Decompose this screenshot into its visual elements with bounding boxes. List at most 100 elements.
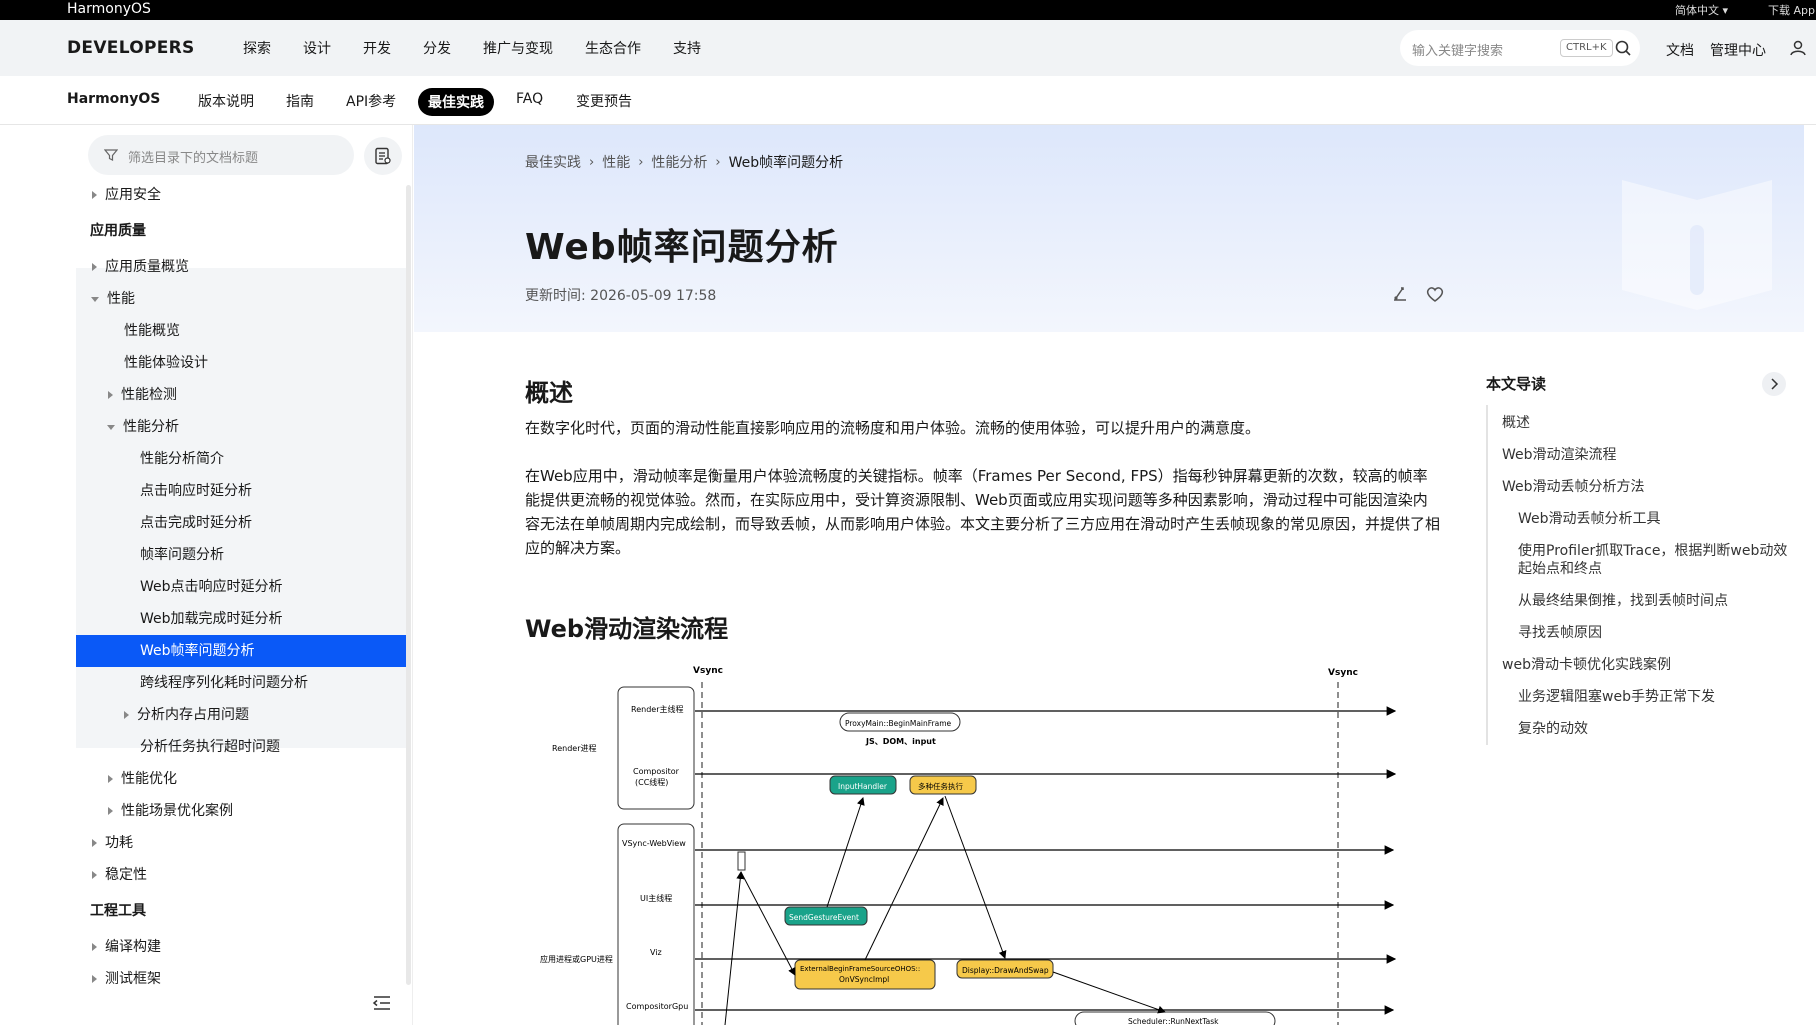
tree-section: 工程工具 bbox=[90, 895, 146, 927]
chevron-right-icon bbox=[108, 775, 113, 783]
updated-time: 更新时间: 2026-05-09 17:58 bbox=[525, 288, 717, 304]
chevron-right-icon: › bbox=[715, 154, 721, 170]
docs-link[interactable]: 文档 bbox=[1666, 40, 1694, 60]
tree-item[interactable]: 性能分析 bbox=[107, 411, 179, 443]
tab-change-notice[interactable]: 变更预告 bbox=[576, 91, 632, 111]
nav-support[interactable]: 支持 bbox=[673, 38, 701, 58]
tree-item-label: 稳定性 bbox=[105, 867, 147, 883]
tree-item[interactable]: 跨线程序列化耗时问题分析 bbox=[140, 667, 308, 699]
tree-item-label: 跨线程序列化耗时问题分析 bbox=[140, 675, 308, 691]
tree-item[interactable]: 稳定性 bbox=[92, 859, 147, 891]
toc-item[interactable]: Web滑动丢帧分析方法 bbox=[1502, 478, 1645, 496]
chevron-down-icon bbox=[91, 296, 99, 302]
tree-item[interactable]: 分析任务执行超时问题 bbox=[140, 731, 280, 763]
tree-item[interactable]: 点击完成时延分析 bbox=[140, 507, 252, 539]
sidebar-scrollbar[interactable] bbox=[406, 185, 411, 985]
collapse-sidebar-icon[interactable] bbox=[372, 993, 392, 1013]
nav-distribute[interactable]: 分发 bbox=[423, 38, 451, 58]
tab-release-notes[interactable]: 版本说明 bbox=[198, 91, 254, 111]
chevron-right-icon bbox=[92, 943, 97, 951]
directory-toggle-button[interactable] bbox=[364, 137, 402, 175]
search-input[interactable]: 输入关键字搜索 bbox=[1412, 40, 1503, 59]
toc-item[interactable]: 使用Profiler抓取Trace，根据判断web动效起始点和终点 bbox=[1518, 542, 1788, 578]
nav-design[interactable]: 设计 bbox=[303, 38, 331, 58]
tree-item[interactable]: 点击响应时延分析 bbox=[140, 475, 252, 507]
toc-item[interactable]: web滑动卡顿优化实践案例 bbox=[1502, 656, 1671, 674]
share-icon[interactable] bbox=[1390, 284, 1410, 304]
nav-ecosystem[interactable]: 生态合作 bbox=[585, 38, 641, 58]
box-label: ProxyMain::BeginMainFrame bbox=[845, 719, 952, 728]
tree-item[interactable]: Web点击响应时延分析 bbox=[140, 571, 283, 603]
tree-item[interactable]: 帧率问题分析 bbox=[140, 539, 224, 571]
tree-item[interactable]: 性能概览 bbox=[124, 315, 180, 347]
nav-promote[interactable]: 推广与变现 bbox=[483, 38, 553, 58]
tree-item-label: 点击响应时延分析 bbox=[140, 483, 252, 499]
tree-item[interactable]: 应用质量概览 bbox=[92, 251, 189, 283]
language-selector[interactable]: 简体中文 ▾ bbox=[1675, 2, 1728, 18]
tab-best-practices[interactable]: 最佳实践 bbox=[418, 88, 494, 116]
flow-arrow bbox=[826, 797, 865, 908]
tree-item[interactable]: 功耗 bbox=[92, 827, 133, 859]
tree-item-selected[interactable]: Web帧率问题分析 bbox=[76, 635, 406, 667]
toc-item[interactable]: 概述 bbox=[1502, 414, 1530, 432]
render-flow-diagram: Vsync Vsync Render进程 应用进程或GPU进程 Render主线… bbox=[540, 666, 1397, 1025]
breadcrumb-item[interactable]: 最佳实践 bbox=[525, 152, 581, 172]
console-link[interactable]: 管理中心 bbox=[1710, 40, 1766, 60]
tree-item[interactable]: Web加载完成时延分析 bbox=[140, 603, 283, 635]
developers-logo[interactable]: DEVELOPERS bbox=[67, 38, 195, 58]
tree-item[interactable]: 性能 bbox=[91, 283, 135, 315]
lane-label: Compositor bbox=[633, 767, 680, 776]
paragraph: 在数字化时代，页面的滑动性能直接影响应用的流畅度和用户体验。流畅的使用体验，可以… bbox=[525, 419, 1261, 437]
download-app-link[interactable]: 下载 App bbox=[1768, 2, 1815, 18]
lane-label: (CC线程) bbox=[635, 777, 668, 787]
flow-arrow bbox=[1052, 971, 1166, 1014]
nav-explore[interactable]: 探索 bbox=[243, 38, 271, 58]
tree-item[interactable]: 应用安全 bbox=[92, 179, 161, 211]
tree-item-label: 性能概览 bbox=[124, 323, 180, 339]
toc-item[interactable]: 业务逻辑阻塞web手势正常下发 bbox=[1518, 688, 1715, 706]
tree-item-label: 测试框架 bbox=[105, 971, 161, 987]
product-name[interactable]: HarmonyOS bbox=[67, 91, 160, 107]
toc-item[interactable]: 复杂的动效 bbox=[1518, 720, 1588, 738]
tree-item-label: 分析任务执行超时问题 bbox=[140, 739, 280, 755]
tree-item-label: 性能体验设计 bbox=[124, 355, 208, 371]
tree-item[interactable]: 性能体验设计 bbox=[124, 347, 208, 379]
top-strip: HarmonyOS 简体中文 ▾ 下载 App bbox=[0, 0, 1816, 20]
tree-item-label: Web帧率问题分析 bbox=[140, 643, 255, 659]
nav-develop[interactable]: 开发 bbox=[363, 38, 391, 58]
tree-item[interactable]: 性能检测 bbox=[108, 379, 177, 411]
toc-item[interactable]: Web滑动渲染流程 bbox=[1502, 446, 1617, 464]
toc-item[interactable]: 寻找丢帧原因 bbox=[1518, 624, 1602, 642]
harmonyos-brand[interactable]: HarmonyOS bbox=[67, 1, 151, 17]
favorite-heart-icon[interactable] bbox=[1425, 284, 1445, 304]
chevron-right-icon bbox=[108, 807, 113, 815]
tree-item-label: 分析内存占用问题 bbox=[137, 707, 249, 723]
breadcrumb-item[interactable]: 性能分析 bbox=[651, 152, 707, 172]
tree-item[interactable]: 分析内存占用问题 bbox=[124, 699, 249, 731]
tree-item[interactable]: 性能优化 bbox=[108, 763, 177, 795]
tree-item[interactable]: 性能场景优化案例 bbox=[108, 795, 233, 827]
tab-guide[interactable]: 指南 bbox=[286, 91, 314, 111]
toc-item[interactable]: Web滑动丢帧分析工具 bbox=[1518, 510, 1661, 528]
filter-box[interactable]: 筛选目录下的文档标题 bbox=[88, 135, 354, 175]
toc-toggle-button[interactable] bbox=[1762, 372, 1786, 396]
chevron-right-icon: › bbox=[589, 154, 595, 170]
tree-item[interactable]: 编译构建 bbox=[92, 931, 161, 963]
tree-item-label: 性能 bbox=[107, 291, 135, 307]
box-label: SendGestureEvent bbox=[789, 913, 859, 922]
filter-icon bbox=[104, 149, 118, 161]
tree-item[interactable]: 性能分析简介 bbox=[140, 443, 224, 475]
search-icon[interactable] bbox=[1614, 39, 1632, 57]
box-label: Display::DrawAndSwap bbox=[962, 966, 1049, 975]
tree-item-label: Web点击响应时延分析 bbox=[140, 579, 283, 595]
chevron-right-icon bbox=[92, 839, 97, 847]
box-label: Scheduler::RunNextTask bbox=[1128, 1017, 1219, 1025]
user-icon[interactable] bbox=[1788, 38, 1808, 58]
tab-faq[interactable]: FAQ bbox=[516, 91, 543, 107]
filter-input[interactable]: 筛选目录下的文档标题 bbox=[128, 147, 258, 166]
toc-item[interactable]: 从最终结果倒推，找到丢帧时间点 bbox=[1518, 592, 1728, 610]
search-box[interactable]: 输入关键字搜索 CTRL+K bbox=[1400, 30, 1640, 66]
breadcrumb-item[interactable]: 性能 bbox=[602, 152, 630, 172]
tab-api-reference[interactable]: API参考 bbox=[346, 91, 396, 111]
tree-item[interactable]: 测试框架 bbox=[92, 963, 161, 995]
